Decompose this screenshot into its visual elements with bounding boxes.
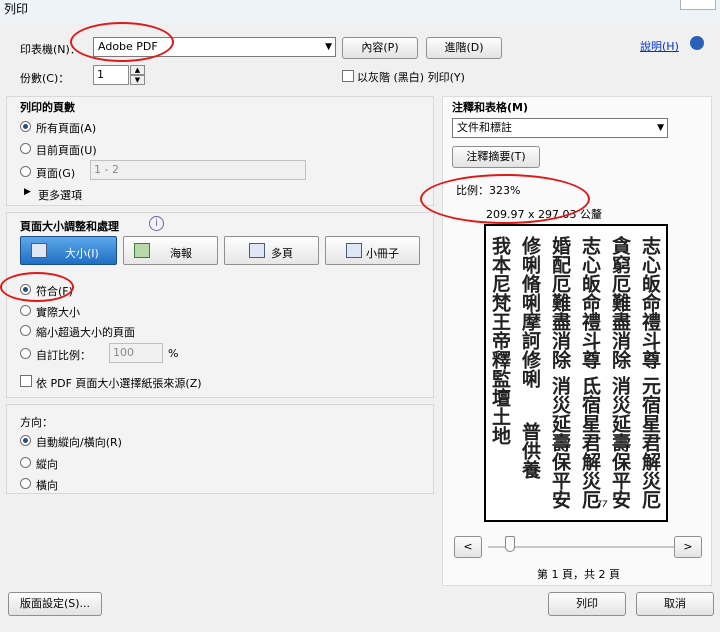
grayscale-label: 以灰階 (黑白) 列印(Y) bbox=[357, 71, 465, 84]
preview-column: 修唎脩唎摩訶修唎 bbox=[519, 236, 541, 388]
preview-column: 志心皈命禮斗尊 bbox=[639, 236, 661, 369]
pages-panel-title: 列印的頁數 bbox=[20, 101, 75, 114]
percent-label: % bbox=[168, 347, 179, 360]
preview-column: 氐宿星君解災厄 bbox=[579, 376, 601, 509]
all-pages-label: 所有頁面(A) bbox=[36, 122, 97, 135]
tab-booklet[interactable]: 小冊子 bbox=[325, 236, 420, 265]
comments-title: 注釋和表格(M) bbox=[452, 101, 529, 114]
pages-range-input[interactable]: 1 - 2 bbox=[90, 160, 306, 180]
help-icon[interactable] bbox=[690, 36, 704, 50]
cancel-button[interactable]: 取消 bbox=[636, 592, 714, 616]
tab-size[interactable]: 大小(I) bbox=[20, 236, 117, 265]
landscape-label: 橫向 bbox=[36, 479, 58, 492]
custom-scale-radio[interactable] bbox=[20, 348, 31, 359]
auto-orientation-label: 自動縱向/橫向(R) bbox=[36, 436, 122, 449]
next-page-button[interactable]: > bbox=[674, 536, 702, 558]
title-bar bbox=[0, 0, 720, 24]
grayscale-checkbox[interactable] bbox=[342, 70, 354, 82]
page-indicator: 第 1 頁，共 2 頁 bbox=[537, 568, 620, 581]
tab-size-label: 大小(I) bbox=[65, 247, 99, 260]
info-icon[interactable]: i bbox=[149, 216, 164, 231]
comments-value: 文件和標註 bbox=[457, 121, 512, 134]
comments-select[interactable]: 文件和標註 ▼ bbox=[452, 118, 668, 138]
current-page-radio[interactable] bbox=[20, 143, 31, 154]
portrait-label: 縱向 bbox=[36, 458, 58, 471]
portrait-radio[interactable] bbox=[20, 457, 31, 468]
copies-down-button[interactable]: ▼ bbox=[130, 75, 145, 85]
copies-up-button[interactable]: ▲ bbox=[130, 65, 145, 75]
custom-scale-input[interactable]: 100 bbox=[109, 343, 163, 363]
expand-arrow-icon[interactable]: ▶ bbox=[24, 187, 31, 197]
window-title: 列印 bbox=[4, 2, 29, 16]
landscape-radio[interactable] bbox=[20, 478, 31, 489]
preview-column: 普供養 bbox=[519, 422, 541, 479]
poster-icon bbox=[134, 243, 150, 258]
orientation-title: 方向： bbox=[20, 416, 53, 429]
summarize-comments-button[interactable]: 注釋摘要(T) bbox=[452, 146, 540, 168]
page-slider-handle[interactable] bbox=[505, 536, 515, 552]
tab-booklet-label: 小冊子 bbox=[366, 247, 399, 260]
preview-column: 貪窮厄難盡消除 bbox=[609, 236, 631, 369]
preview-column: 志心皈命禮斗尊 bbox=[579, 236, 601, 369]
shrink-label: 縮小超過大小的頁面 bbox=[36, 326, 135, 339]
print-button[interactable]: 列印 bbox=[548, 592, 626, 616]
pages-radio[interactable] bbox=[20, 166, 31, 177]
preview-column: 我本尼梵王帝釋監壇土地 bbox=[489, 236, 511, 445]
choose-source-checkbox[interactable] bbox=[20, 375, 32, 387]
actual-size-label: 實際大小 bbox=[36, 306, 80, 319]
prev-page-button[interactable]: < bbox=[454, 536, 482, 558]
annotation-circle bbox=[420, 174, 590, 224]
copies-label: 份數(C)： bbox=[20, 72, 70, 85]
annotation-circle bbox=[70, 22, 174, 62]
current-page-label: 目前頁面(U) bbox=[36, 144, 97, 157]
page-setup-button[interactable]: 版面設定(S)... bbox=[8, 592, 102, 616]
page-sizing-title: 頁面大小調整和處理 bbox=[20, 220, 119, 233]
multiple-pages-icon bbox=[249, 243, 265, 258]
custom-scale-label: 自訂比例： bbox=[36, 349, 91, 362]
copies-input[interactable]: 1 bbox=[93, 65, 129, 85]
preview-page-number: 77 bbox=[596, 500, 608, 510]
pages-label: 頁面(G) bbox=[36, 167, 76, 180]
annotation-circle bbox=[0, 272, 74, 302]
actual-size-radio[interactable] bbox=[20, 305, 31, 316]
chevron-down-icon: ▼ bbox=[657, 123, 664, 133]
chevron-down-icon: ▼ bbox=[325, 42, 332, 52]
tab-poster-label: 海報 bbox=[170, 247, 192, 260]
booklet-icon bbox=[346, 243, 362, 258]
all-pages-radio[interactable] bbox=[20, 121, 31, 132]
preview-column: 消災延壽保平安 bbox=[549, 376, 571, 509]
size-icon bbox=[31, 243, 47, 258]
close-button[interactable] bbox=[680, 0, 716, 10]
advanced-button[interactable]: 進階(D) bbox=[426, 37, 502, 59]
preview-column: 婚配厄難盡消除 bbox=[549, 236, 571, 369]
tab-multiple[interactable]: 多頁 bbox=[224, 236, 319, 265]
tab-multiple-label: 多頁 bbox=[271, 247, 293, 260]
choose-source-label: 依 PDF 頁面大小選擇紙張來源(Z) bbox=[36, 377, 202, 390]
page-slider-track[interactable] bbox=[488, 546, 678, 548]
auto-orientation-radio[interactable] bbox=[20, 435, 31, 446]
shrink-radio[interactable] bbox=[20, 325, 31, 336]
tab-poster[interactable]: 海報 bbox=[123, 236, 218, 265]
preview-column: 消災延壽保平安 bbox=[609, 376, 631, 509]
properties-button[interactable]: 內容(P) bbox=[342, 37, 418, 59]
more-options-link[interactable]: 更多選項 bbox=[38, 187, 82, 203]
page-preview: 志心皈命禮斗尊 貪窮厄難盡消除 志心皈命禮斗尊 婚配厄難盡消除 修唎脩唎摩訶修唎… bbox=[484, 224, 668, 522]
preview-column: 元宿星君解災厄 bbox=[639, 376, 661, 509]
help-link[interactable]: 說明(H) bbox=[640, 38, 679, 54]
